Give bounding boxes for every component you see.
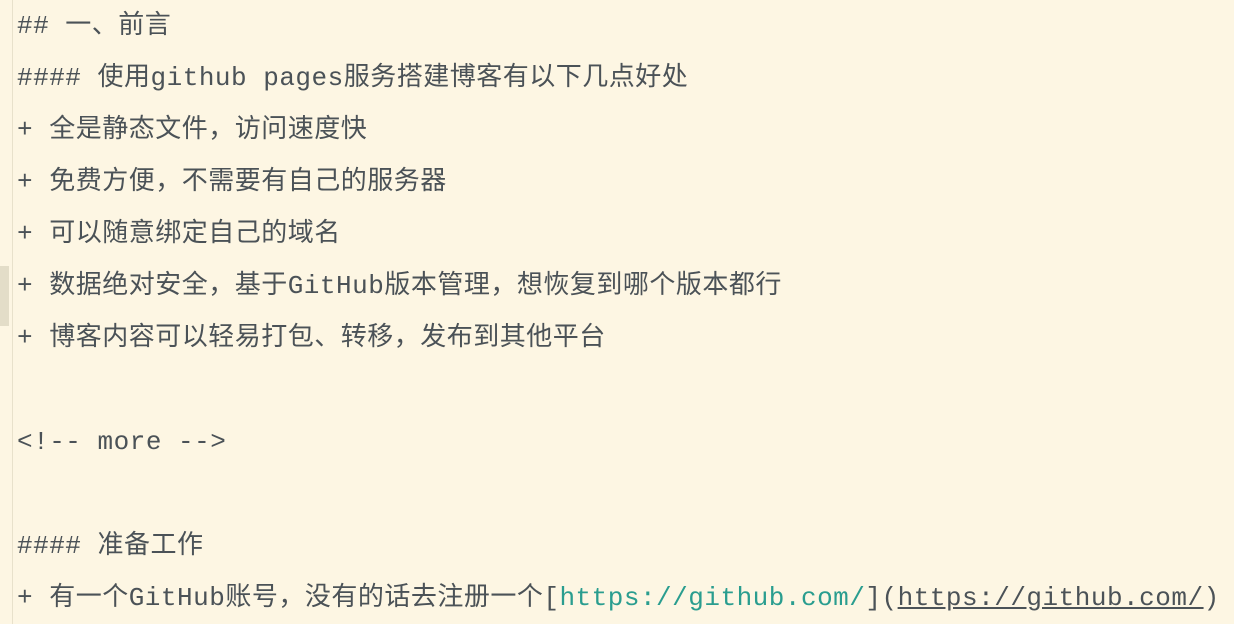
- link-text[interactable]: https://github.com/: [559, 583, 865, 613]
- editor-line[interactable]: ## 一、前言: [17, 0, 1234, 52]
- editor-content[interactable]: ## 一、前言 #### 使用github pages服务搭建博客有以下几点好处…: [17, 0, 1234, 624]
- link-separator: ](: [865, 583, 898, 613]
- gutter-change-marker: [0, 266, 9, 326]
- editor-line[interactable]: #### 使用github pages服务搭建博客有以下几点好处: [17, 52, 1234, 104]
- markdown-editor[interactable]: ## 一、前言 #### 使用github pages服务搭建博客有以下几点好处…: [0, 0, 1234, 624]
- line-prefix-text: + 有一个GitHub账号，没有的话去注册一个: [17, 583, 544, 613]
- editor-line[interactable]: + 可以随意绑定自己的域名: [17, 208, 1234, 260]
- editor-line-with-link[interactable]: + 有一个GitHub账号，没有的话去注册一个[https://github.c…: [17, 572, 1234, 624]
- editor-line[interactable]: + 数据绝对安全，基于GitHub版本管理，想恢复到哪个版本都行: [17, 260, 1234, 312]
- editor-line[interactable]: + 免费方便，不需要有自己的服务器: [17, 156, 1234, 208]
- editor-line[interactable]: + 博客内容可以轻易打包、转移，发布到其他平台: [17, 312, 1234, 364]
- editor-line[interactable]: [17, 468, 1234, 520]
- link-close-paren: ): [1203, 583, 1220, 613]
- editor-line[interactable]: #### 准备工作: [17, 520, 1234, 572]
- editor-gutter: [0, 0, 13, 624]
- editor-line[interactable]: + 全是静态文件，访问速度快: [17, 104, 1234, 156]
- link-open-bracket: [: [543, 583, 560, 613]
- editor-line[interactable]: [17, 364, 1234, 416]
- link-url[interactable]: https://github.com/: [898, 583, 1204, 613]
- editor-line[interactable]: <!-- more -->: [17, 416, 1234, 468]
